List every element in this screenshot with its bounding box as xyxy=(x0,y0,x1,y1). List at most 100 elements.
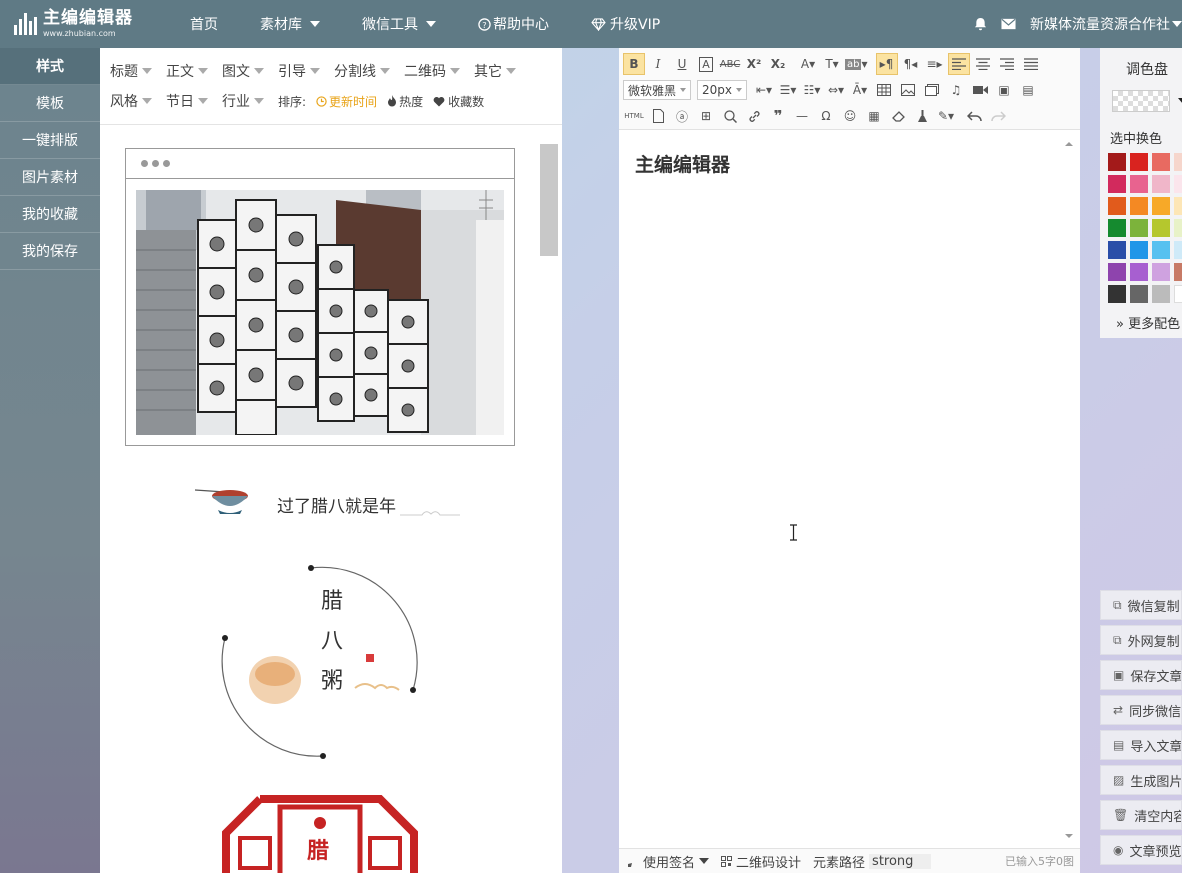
nav-materials[interactable]: 素材库 xyxy=(260,14,320,34)
filter-other[interactable]: 其它 xyxy=(474,61,516,81)
special-char-button[interactable]: Ω xyxy=(815,105,837,127)
color-swatch[interactable] xyxy=(1130,285,1148,303)
color-swatch[interactable] xyxy=(1174,241,1182,259)
horizontal-rule-button[interactable]: — xyxy=(791,105,813,127)
filter-divider[interactable]: 分割线 xyxy=(334,61,390,81)
align-center-button[interactable] xyxy=(972,53,994,75)
preview-article-button[interactable]: ◉ 文章预览 xyxy=(1100,835,1182,865)
color-swatch[interactable] xyxy=(1152,263,1170,281)
template-card-laba-title[interactable]: 过了腊八就是年 xyxy=(185,480,465,525)
align-justify-button[interactable] xyxy=(1020,53,1042,75)
nav-upgrade-vip[interactable]: 升级VIP xyxy=(591,14,660,34)
save-article-button[interactable]: ▣ 保存文章 xyxy=(1100,660,1182,690)
nav-help[interactable]: ? 帮助中心 xyxy=(478,14,549,34)
underline-button[interactable]: U xyxy=(671,53,693,75)
editor-content-title[interactable]: 主编编辑器 xyxy=(635,150,730,177)
color-swatch[interactable] xyxy=(1108,219,1126,237)
template-button[interactable]: ▤ xyxy=(1017,79,1039,101)
rtl-button[interactable]: ¶◂ xyxy=(900,53,922,75)
template-card-laba-porridge[interactable]: 腊 八 粥 xyxy=(215,560,425,765)
quote-button[interactable]: ❞ xyxy=(767,105,789,127)
format-brush-button[interactable] xyxy=(911,105,933,127)
toolbar-button-a[interactable]: ⊞ xyxy=(695,105,717,127)
color-swatch[interactable] xyxy=(1152,197,1170,215)
filter-title[interactable]: 标题 xyxy=(110,61,152,81)
font-family-select[interactable]: 微软雅黑 xyxy=(623,80,692,100)
html-source-button[interactable]: HTML xyxy=(623,105,645,127)
sidebar-item-my-favorites[interactable]: 我的收藏 xyxy=(0,196,100,233)
color-swatch[interactable] xyxy=(1174,153,1182,171)
italic-button[interactable]: I xyxy=(647,53,669,75)
import-article-button[interactable]: ▤ 导入文章 xyxy=(1100,730,1182,760)
template-card-photo[interactable] xyxy=(125,148,515,446)
bell-icon[interactable] xyxy=(974,17,987,31)
filter-industry[interactable]: 行业 xyxy=(222,91,264,111)
color-swatch[interactable] xyxy=(1130,197,1148,215)
eraser-button[interactable] xyxy=(887,105,909,127)
color-swatch[interactable] xyxy=(1152,175,1170,193)
element-path-value[interactable]: strong xyxy=(869,853,932,869)
new-doc-button[interactable] xyxy=(647,105,669,127)
chevron-down-icon[interactable] xyxy=(1178,98,1182,104)
image-button[interactable] xyxy=(897,79,919,101)
color-swatch[interactable] xyxy=(1152,219,1170,237)
color-swatch[interactable] xyxy=(1108,153,1126,171)
paragraph-spacing-button[interactable]: ☷▾ xyxy=(801,79,823,101)
filter-qrcode[interactable]: 二维码 xyxy=(404,61,460,81)
align-right-button[interactable] xyxy=(996,53,1018,75)
wechat-copy-button[interactable]: ⧉ 微信复制 xyxy=(1100,590,1182,620)
color-swatch[interactable] xyxy=(1174,219,1182,237)
sidebar-item-my-saved[interactable]: 我的保存 xyxy=(0,233,100,270)
sync-wechat-button[interactable]: ⇄ 同步微信 xyxy=(1100,695,1182,725)
generate-image-button[interactable]: ▨ 生成图片 xyxy=(1100,765,1182,795)
use-signature-button[interactable]: 使用签名 xyxy=(627,852,710,871)
font-size-select[interactable]: 20px xyxy=(697,80,748,100)
clear-content-button[interactable]: 🗑 清空内容 xyxy=(1100,800,1182,830)
color-swatch[interactable] xyxy=(1130,219,1148,237)
font-border-button[interactable]: A xyxy=(695,53,717,75)
background-color-button[interactable]: T▾ xyxy=(821,53,843,75)
table-button[interactable] xyxy=(873,79,895,101)
color-swatch[interactable] xyxy=(1152,241,1170,259)
sidebar-item-image-materials[interactable]: 图片素材 xyxy=(0,159,100,196)
align-left-button[interactable] xyxy=(947,53,970,75)
bold-button[interactable]: B xyxy=(623,53,645,75)
emoji-button[interactable]: ☺ xyxy=(839,105,861,127)
redo-button[interactable] xyxy=(987,105,1009,127)
color-swatch[interactable] xyxy=(1108,175,1126,193)
color-swatch[interactable] xyxy=(1174,175,1182,193)
chevron-down-icon[interactable] xyxy=(1172,21,1182,27)
logo[interactable]: 主编编辑器 www.zhubian.com xyxy=(0,0,170,48)
template-list[interactable]: 过了腊八就是年 腊 八 粥 腊 xyxy=(100,125,562,873)
nav-wechat-tools[interactable]: 微信工具 xyxy=(362,14,436,34)
video-button[interactable] xyxy=(969,79,991,101)
copy-format-button[interactable]: ⓐ xyxy=(671,105,693,127)
sort-popularity[interactable]: 热度 xyxy=(387,93,423,110)
color-swatch[interactable] xyxy=(1174,263,1182,281)
filter-image-text[interactable]: 图文 xyxy=(222,61,264,81)
color-swatch[interactable] xyxy=(1108,197,1126,215)
indent-button[interactable]: ≡▸ xyxy=(924,53,946,75)
superscript-button[interactable]: X² xyxy=(743,53,765,75)
filter-style[interactable]: 风格 xyxy=(110,91,152,111)
sidebar-item-one-click-layout[interactable]: 一键排版 xyxy=(0,122,100,159)
color-swatch[interactable] xyxy=(1130,263,1148,281)
strikethrough-button[interactable]: ABC xyxy=(719,53,741,75)
letter-spacing-button[interactable]: ⇔▾ xyxy=(825,79,847,101)
undo-button[interactable] xyxy=(963,105,985,127)
sidebar-item-templates[interactable]: 模板 xyxy=(0,85,100,122)
toolbar-button-b[interactable]: ▦ xyxy=(863,105,885,127)
subscript-button[interactable]: X₂ xyxy=(767,53,789,75)
color-swatch[interactable] xyxy=(1130,153,1148,171)
color-swatch[interactable] xyxy=(1152,153,1170,171)
template-card-laba-frame[interactable]: 腊 xyxy=(220,793,420,873)
line-height-button[interactable]: ☰▾ xyxy=(777,79,799,101)
color-swatch[interactable] xyxy=(1152,285,1170,303)
panel-scrollbar-thumb[interactable] xyxy=(540,144,558,256)
qr-design-button[interactable]: 二维码设计 xyxy=(721,852,801,871)
filter-holiday[interactable]: 节日 xyxy=(166,91,208,111)
link-button[interactable] xyxy=(743,105,765,127)
color-swatch[interactable] xyxy=(1130,175,1148,193)
search-button[interactable] xyxy=(719,105,741,127)
current-color-swatch[interactable] xyxy=(1112,90,1170,112)
